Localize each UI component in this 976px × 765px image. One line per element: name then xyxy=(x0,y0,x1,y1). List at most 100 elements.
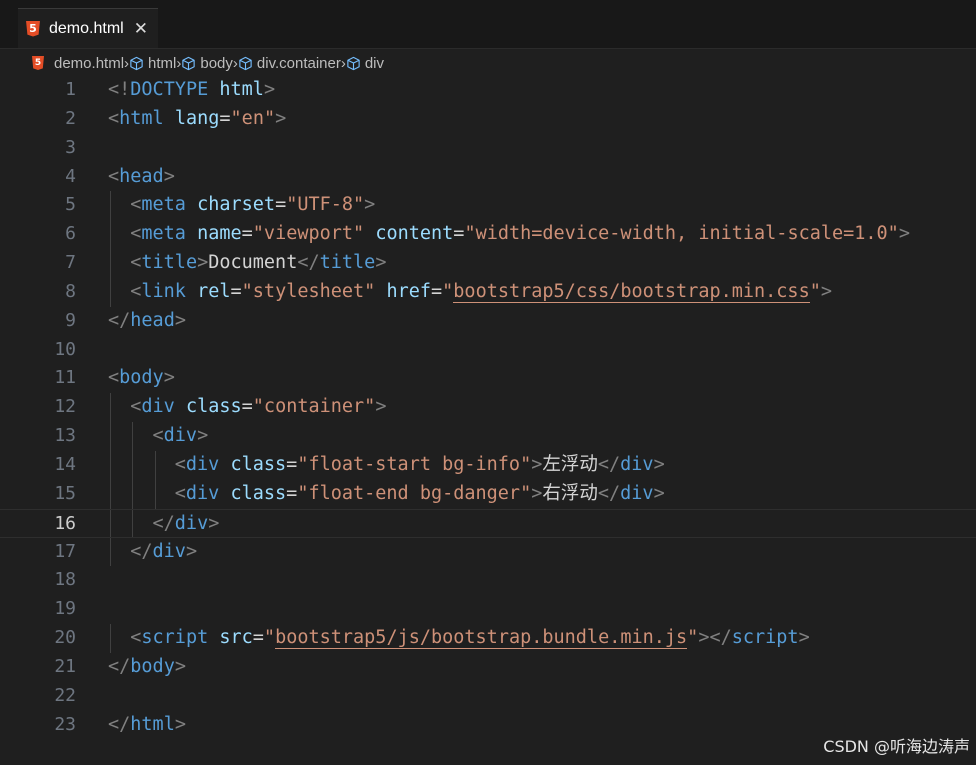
code-token: head xyxy=(130,309,175,331)
code-token: </ xyxy=(297,252,320,274)
code-line[interactable]: 2 <html lang="en"> xyxy=(0,105,976,134)
breadcrumb-label: body xyxy=(200,54,233,72)
indent-guide xyxy=(154,479,156,509)
code-line[interactable]: 12 <div class="container"> xyxy=(0,393,976,423)
code-token: src xyxy=(219,627,253,649)
code-line[interactable]: 4 <head> xyxy=(0,163,976,192)
indent-guide xyxy=(110,249,111,278)
cube-icon xyxy=(238,56,257,71)
code-token: = xyxy=(241,223,253,245)
code-token: = xyxy=(286,482,298,504)
code-link[interactable]: bootstrap5/js/bootstrap.bundle.min.js xyxy=(275,627,688,650)
code-line[interactable]: 15 <div class="float-end bg-danger">右浮动</… xyxy=(0,479,976,509)
code-line[interactable]: 13 <div> xyxy=(0,422,976,451)
breadcrumb-item[interactable]: div.container xyxy=(238,55,341,72)
code-token: > xyxy=(653,453,665,475)
breadcrumb-item[interactable]: demo.html xyxy=(32,55,124,72)
code-token: < xyxy=(130,396,142,418)
code-token: > xyxy=(174,309,186,331)
code-token: > xyxy=(185,540,198,562)
code-token: = xyxy=(286,453,298,475)
code-token: title xyxy=(319,252,376,274)
code-token: div xyxy=(152,540,186,562)
cube-icon xyxy=(181,56,200,71)
code-line[interactable]: 7 <title>Document</title> xyxy=(0,249,976,278)
code-line[interactable]: 19 xyxy=(0,595,976,624)
code-line[interactable]: 1 <!DOCTYPE html> xyxy=(0,76,976,105)
html5-icon xyxy=(26,20,40,37)
code-line[interactable]: 6 <meta name="viewport" content="width=de… xyxy=(0,220,976,250)
code-line[interactable]: 8 <link rel="stylesheet" href="bootstrap5… xyxy=(0,277,976,307)
code-token: html xyxy=(130,713,175,735)
breadcrumb-item[interactable]: div xyxy=(346,55,384,72)
code-token: > xyxy=(364,194,376,216)
indent-guide xyxy=(110,191,111,221)
line-number: 23 xyxy=(54,713,76,735)
code-token: "en" xyxy=(230,107,276,129)
close-icon[interactable]: ✕ xyxy=(134,19,148,39)
code-line[interactable]: 11 <body> xyxy=(0,364,976,393)
code-line[interactable]: 10 xyxy=(0,336,976,365)
line-number: 21 xyxy=(54,655,76,677)
code-text: </div> xyxy=(130,538,197,567)
code-token: script xyxy=(731,627,799,649)
line-number: 17 xyxy=(54,540,76,562)
line-number: 15 xyxy=(54,482,76,504)
line-number: 20 xyxy=(54,627,76,649)
code-token: < xyxy=(130,223,142,245)
code-line[interactable]: 17 </div> xyxy=(0,537,976,567)
code-text: </html> xyxy=(108,711,186,740)
code-text: <head> xyxy=(108,163,175,192)
breadcrumb-label: div xyxy=(364,54,385,72)
indent-guide xyxy=(110,220,111,250)
indent-guide xyxy=(132,509,134,537)
code-token: < xyxy=(130,627,142,649)
code-text: <div class="float-start bg-info">左浮动</di… xyxy=(175,451,665,480)
breadcrumb-item[interactable]: body xyxy=(181,55,233,72)
code-token: div xyxy=(620,482,654,504)
code-token: < xyxy=(152,425,164,447)
html5-icon xyxy=(32,56,44,70)
code-token: </ xyxy=(130,540,153,562)
code-token: script xyxy=(141,627,209,649)
cube-icon xyxy=(346,56,365,71)
code-token: > xyxy=(531,482,543,504)
code-line[interactable]: 22 xyxy=(0,682,976,711)
code-token: class xyxy=(230,482,287,504)
code-token: "width=device-width, initial-scale=1.0" xyxy=(464,223,899,245)
code-token: " xyxy=(809,280,821,302)
editor-tab[interactable]: demo.html ✕ xyxy=(18,8,158,48)
code-line[interactable]: 3 xyxy=(0,134,976,163)
code-token: < xyxy=(174,453,186,475)
code-token: title xyxy=(141,252,198,274)
code-line[interactable]: 9 </head> xyxy=(0,307,976,336)
indent-guide xyxy=(110,450,111,480)
code-token: > xyxy=(174,655,186,677)
indent-guide xyxy=(110,277,111,307)
breadcrumb-item[interactable]: html xyxy=(129,55,176,72)
code-token: > xyxy=(798,627,810,649)
code-token: "stylesheet" xyxy=(241,280,376,302)
code-token: html xyxy=(119,107,164,129)
code-line[interactable]: 5 <meta charset="UTF-8"> xyxy=(0,191,976,221)
code-link[interactable]: bootstrap5/css/bootstrap.min.css xyxy=(453,280,810,303)
code-editor[interactable]: 1 <!DOCTYPE html> 2 <html lang="en"> 3 4 <head… xyxy=(0,76,976,739)
code-token: meta xyxy=(141,194,186,216)
code-token: div xyxy=(163,425,198,447)
line-number: 18 xyxy=(54,569,76,591)
code-token: "viewport" xyxy=(252,223,365,245)
code-line[interactable]: 16 </div> xyxy=(0,508,976,538)
code-line[interactable]: 20 <script src="bootstrap5/js/bootstrap.b… xyxy=(0,624,976,653)
code-token: > xyxy=(197,425,209,447)
code-token: content xyxy=(375,223,454,245)
indent-guide xyxy=(110,479,111,509)
line-number: 11 xyxy=(54,367,76,389)
line-number: 2 xyxy=(65,107,76,129)
code-line[interactable]: 14 <div class="float-start bg-info">左浮动</… xyxy=(0,450,976,480)
code-line[interactable]: 18 xyxy=(0,566,976,595)
code-token: head xyxy=(119,165,164,187)
cube-icon xyxy=(129,56,148,71)
code-line[interactable]: 21 </body> xyxy=(0,653,976,682)
code-token: </ xyxy=(108,713,131,735)
